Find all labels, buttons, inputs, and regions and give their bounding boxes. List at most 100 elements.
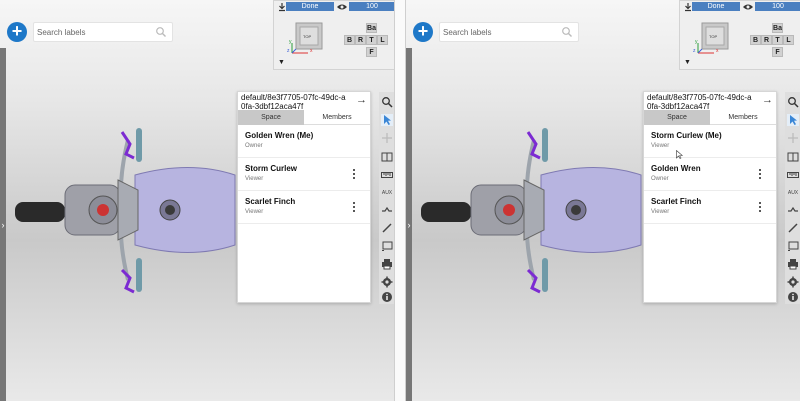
member-row[interactable]: Scarlet Finch Viewer bbox=[238, 191, 370, 224]
axis-y-label: y bbox=[695, 39, 698, 45]
move-icon[interactable] bbox=[381, 132, 393, 144]
view-right-button[interactable]: R bbox=[355, 35, 366, 45]
pane-divider bbox=[395, 0, 405, 401]
view-top-button[interactable]: T bbox=[366, 35, 377, 45]
measure-icon[interactable] bbox=[787, 222, 799, 234]
sharing-panel: default/8e3f7705-07fc-49dc-a0fa-3dbf12ac… bbox=[237, 91, 371, 303]
gear-icon[interactable] bbox=[381, 276, 393, 288]
search-icon bbox=[156, 27, 166, 37]
select-pointer-icon[interactable] bbox=[787, 114, 799, 126]
sharing-panel: default/8e3f7705-07fc-49dc-a0fa-3dbf12ac… bbox=[643, 91, 777, 303]
view-bottom-button[interactable]: B bbox=[750, 35, 761, 45]
axis-y-label: y bbox=[289, 39, 292, 45]
info-icon[interactable] bbox=[381, 291, 393, 303]
view-back-button[interactable]: Ba bbox=[366, 23, 377, 33]
caret-down-icon[interactable]: ▼ bbox=[684, 59, 691, 66]
view-control-panel: Done 100 TOP y z x Ba B R T L F ▼ bbox=[679, 0, 800, 70]
ruler-icon[interactable] bbox=[381, 169, 393, 181]
cast-icon[interactable] bbox=[381, 240, 393, 252]
member-row[interactable]: Storm Curlew Viewer bbox=[238, 158, 370, 191]
axis-z-label: z bbox=[693, 48, 696, 54]
view-front-button[interactable]: F bbox=[366, 47, 377, 57]
tool-sidebar: AUX bbox=[379, 92, 394, 304]
more-options-icon[interactable] bbox=[352, 202, 356, 214]
member-role: Owner bbox=[245, 143, 263, 149]
arrow-right-icon[interactable]: → bbox=[356, 94, 367, 106]
caret-down-icon[interactable]: ▼ bbox=[278, 59, 285, 66]
member-name: Storm Curlew (Me) bbox=[651, 131, 722, 140]
search-labels-box[interactable] bbox=[439, 22, 579, 42]
info-icon[interactable] bbox=[787, 291, 799, 303]
member-role: Viewer bbox=[651, 209, 670, 215]
member-name: Scarlet Finch bbox=[245, 197, 296, 206]
motorcycle-model[interactable] bbox=[416, 120, 666, 300]
cube-top-label: TOP bbox=[303, 34, 312, 39]
view-bottom-button[interactable]: B bbox=[344, 35, 355, 45]
member-row[interactable]: Golden Wren (Me) Owner bbox=[238, 125, 370, 158]
gear-icon[interactable] bbox=[787, 276, 799, 288]
visibility-percent: 100 bbox=[349, 2, 394, 11]
add-label-button[interactable]: + bbox=[413, 22, 433, 42]
view-right-button[interactable]: R bbox=[761, 35, 772, 45]
more-options-icon[interactable] bbox=[758, 169, 762, 181]
cast-icon[interactable] bbox=[787, 240, 799, 252]
more-options-icon[interactable] bbox=[352, 169, 356, 181]
select-pointer-icon[interactable] bbox=[381, 114, 393, 126]
load-status: Done bbox=[692, 2, 740, 11]
member-row[interactable]: Golden Wren Owner bbox=[644, 158, 776, 191]
split-view-icon[interactable] bbox=[381, 151, 393, 163]
view-top-button[interactable]: T bbox=[772, 35, 783, 45]
search-input[interactable] bbox=[37, 25, 155, 39]
aux-button[interactable]: AUX bbox=[787, 187, 799, 199]
arrow-right-icon[interactable]: → bbox=[762, 94, 773, 106]
tab-space[interactable]: Space bbox=[644, 110, 710, 125]
add-label-button[interactable]: + bbox=[7, 22, 27, 42]
search-icon bbox=[562, 27, 572, 37]
space-title: default/8e3f7705-07fc-49dc-a0fa-3dbf12ac… bbox=[241, 93, 346, 111]
axis-x-label: x bbox=[310, 48, 313, 54]
aux-button[interactable]: AUX bbox=[381, 187, 393, 199]
tab-space[interactable]: Space bbox=[238, 110, 304, 125]
view-cube[interactable] bbox=[286, 17, 332, 61]
move-icon[interactable] bbox=[787, 132, 799, 144]
split-view-icon[interactable] bbox=[787, 151, 799, 163]
section-icon[interactable] bbox=[787, 204, 799, 216]
search-input[interactable] bbox=[443, 25, 561, 39]
viewer-pane-right: › + Done 100 TOP y z x Ba B R T L F ▼ bbox=[405, 0, 800, 401]
search-labels-box[interactable] bbox=[33, 22, 173, 42]
print-icon[interactable] bbox=[787, 258, 799, 270]
view-front-button[interactable]: F bbox=[772, 47, 783, 57]
view-left-button[interactable]: L bbox=[377, 35, 388, 45]
ruler-icon[interactable] bbox=[787, 169, 799, 181]
member-name: Storm Curlew bbox=[245, 164, 298, 173]
member-name: Golden Wren (Me) bbox=[245, 131, 314, 140]
eye-icon[interactable] bbox=[742, 2, 754, 12]
member-role: Viewer bbox=[651, 143, 670, 149]
measure-icon[interactable] bbox=[381, 222, 393, 234]
view-left-button[interactable]: L bbox=[783, 35, 794, 45]
more-options-icon[interactable] bbox=[758, 202, 762, 214]
member-role: Viewer bbox=[245, 176, 264, 182]
tab-members[interactable]: Members bbox=[710, 110, 776, 125]
member-row[interactable]: Scarlet Finch Viewer bbox=[644, 191, 776, 224]
mouse-cursor-icon bbox=[676, 150, 683, 159]
member-name: Golden Wren bbox=[651, 164, 701, 173]
chevron-right-icon[interactable]: › bbox=[0, 219, 6, 231]
search-tool-icon[interactable] bbox=[381, 96, 393, 108]
tab-members[interactable]: Members bbox=[304, 110, 370, 125]
axis-x-label: x bbox=[716, 48, 719, 54]
panel-tabs: Space Members bbox=[238, 110, 370, 125]
member-row[interactable]: Storm Curlew (Me) Viewer bbox=[644, 125, 776, 158]
section-icon[interactable] bbox=[381, 204, 393, 216]
search-tool-icon[interactable] bbox=[787, 96, 799, 108]
load-status: Done bbox=[286, 2, 334, 11]
member-role: Viewer bbox=[245, 209, 264, 215]
viewer-pane-left: › + Done 100 TOP y z x Ba B R T L F ▼ bbox=[0, 0, 395, 401]
chevron-right-icon[interactable]: › bbox=[406, 219, 412, 231]
motorcycle-model[interactable] bbox=[10, 120, 260, 300]
view-back-button[interactable]: Ba bbox=[772, 23, 783, 33]
eye-icon[interactable] bbox=[336, 2, 348, 12]
view-cube[interactable] bbox=[692, 17, 738, 61]
print-icon[interactable] bbox=[381, 258, 393, 270]
space-title: default/8e3f7705-07fc-49dc-a0fa-3dbf12ac… bbox=[647, 93, 752, 111]
